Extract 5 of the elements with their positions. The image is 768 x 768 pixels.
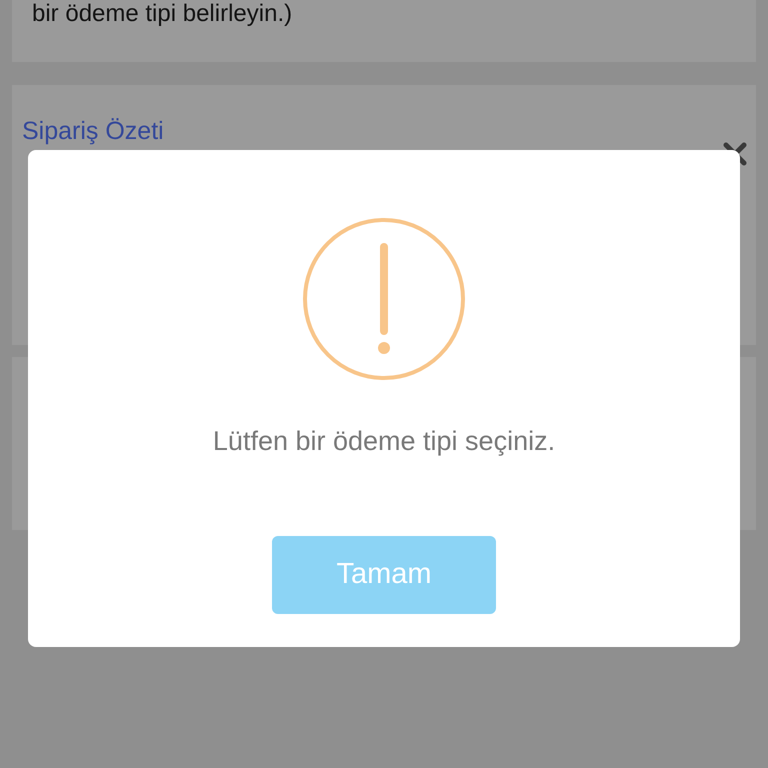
note-text: bir ödeme tipi belirleyin.)	[32, 0, 294, 26]
summary-title: Sipariş Özeti	[22, 116, 165, 147]
ok-button[interactable]: Tamam	[272, 536, 496, 614]
warning-icon	[302, 217, 466, 381]
alert-message: Lütfen bir ödeme tipi seçiniz.	[212, 425, 556, 458]
